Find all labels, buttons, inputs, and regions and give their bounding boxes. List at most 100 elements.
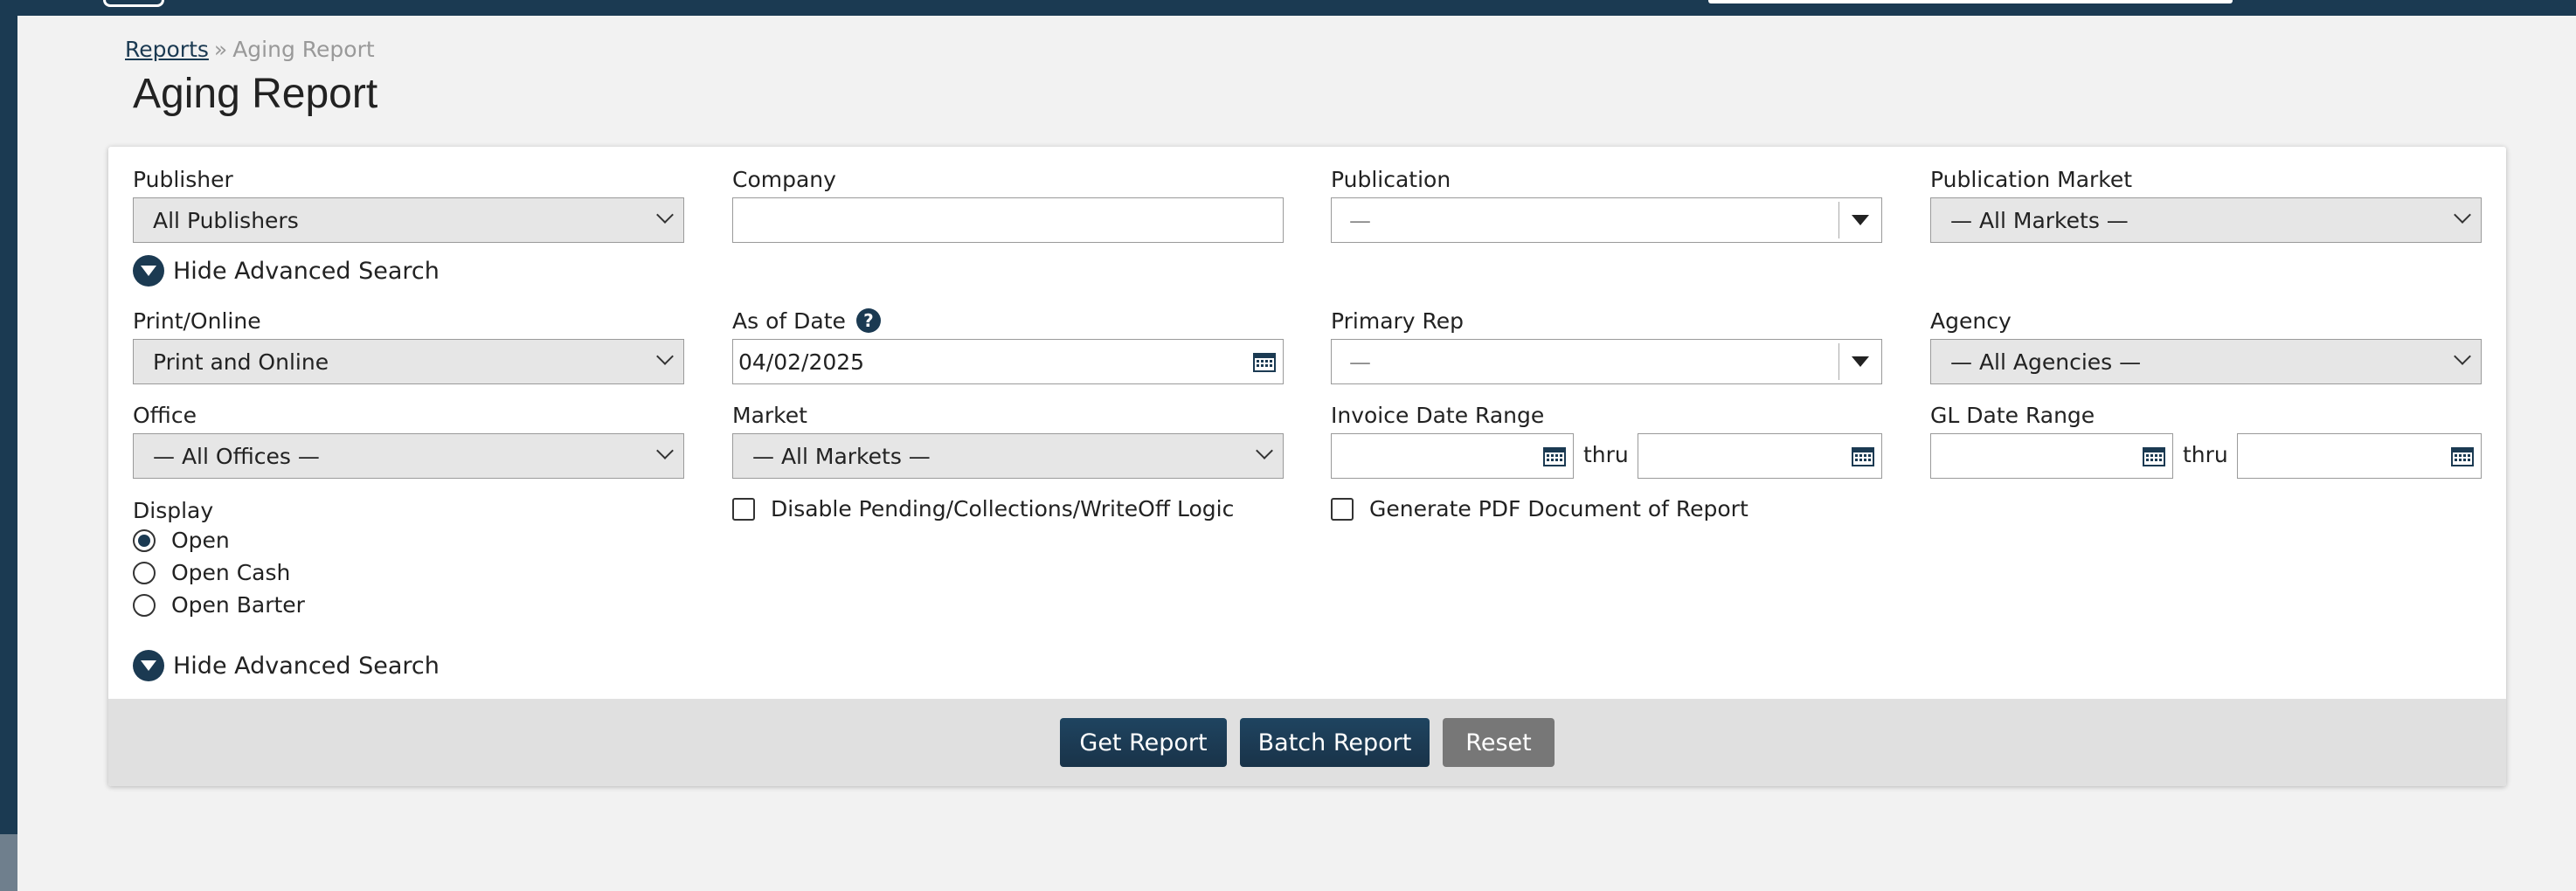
publisher-select-value: All Publishers: [153, 207, 299, 233]
publication-market-label: Publication Market: [1930, 166, 2133, 192]
invoice-date-from-input[interactable]: [1331, 433, 1574, 479]
generate-pdf-checkbox-row[interactable]: Generate PDF Document of Report: [1331, 496, 1748, 521]
primary-rep-value: —: [1349, 349, 1371, 375]
publisher-label: Publisher: [133, 166, 233, 192]
print-online-field: Print/Online: [133, 307, 261, 334]
invoice-date-range-label: Invoice Date Range: [1331, 402, 1545, 428]
get-report-button[interactable]: Get Report: [1060, 718, 1227, 767]
disable-logic-checkbox-row[interactable]: Disable Pending/Collections/WriteOff Log…: [732, 496, 1234, 521]
caret-down-icon[interactable]: [1852, 356, 1869, 367]
gl-date-range-label: GL Date Range: [1930, 402, 2095, 428]
primary-rep-label: Primary Rep: [1331, 307, 1465, 334]
gl-date-to-input[interactable]: [2237, 433, 2482, 479]
help-icon[interactable]: ?: [855, 308, 881, 333]
gl-thru-label: thru: [2183, 442, 2228, 467]
display-option-open-cash[interactable]: Open Cash: [133, 560, 290, 585]
company-input[interactable]: [732, 197, 1284, 243]
sidebar-toggle-button[interactable]: [0, 834, 17, 891]
app-logo[interactable]: [103, 0, 164, 7]
radio-label: Open: [171, 528, 230, 553]
left-sidebar: [0, 0, 17, 891]
print-online-value: Print and Online: [153, 349, 329, 375]
gl-date-range-field: GL Date Range: [1930, 402, 2095, 428]
chevron-down-icon: [656, 442, 674, 459]
print-online-select[interactable]: Print and Online: [133, 339, 684, 384]
market-label: Market: [732, 402, 807, 428]
as-of-date-field: As of Date ?: [732, 307, 881, 334]
breadcrumb: Reports» Aging Report: [125, 37, 375, 62]
office-select[interactable]: — All Offices —: [133, 433, 684, 479]
top-navigation-bar: [0, 0, 2576, 16]
publication-market-select[interactable]: — All Markets —: [1930, 197, 2482, 243]
display-field: Display: [133, 497, 213, 523]
checkbox-label: Generate PDF Document of Report: [1369, 496, 1748, 521]
publication-market-field: Publication Market: [1930, 166, 2132, 192]
global-search-input[interactable]: [1708, 0, 2233, 3]
agency-value: — All Agencies —: [1950, 349, 2142, 375]
radio-button[interactable]: [133, 561, 156, 584]
radio-button[interactable]: [133, 528, 156, 552]
publisher-select[interactable]: All Publishers: [133, 197, 684, 243]
checkbox[interactable]: [732, 497, 755, 521]
chevron-down-icon: [2454, 206, 2471, 224]
display-option-open-barter[interactable]: Open Barter: [133, 592, 305, 618]
hide-advanced-search-toggle-bottom[interactable]: Hide Advanced Search: [133, 650, 440, 681]
publication-label: Publication: [1331, 166, 1451, 192]
display-option-open[interactable]: Open: [133, 528, 230, 553]
collapse-circle-icon: [133, 650, 164, 681]
agency-label: Agency: [1930, 307, 2012, 334]
market-select[interactable]: — All Markets —: [732, 433, 1284, 479]
collapse-circle-icon: [133, 255, 164, 287]
display-label: Display: [133, 497, 214, 523]
as-of-date-input[interactable]: 04/02/2025: [732, 339, 1284, 384]
office-field: Office: [133, 402, 197, 428]
toggle-label: Hide Advanced Search: [173, 652, 440, 680]
publication-market-value: — All Markets —: [1950, 207, 2129, 233]
invoice-thru-label: thru: [1583, 442, 1629, 467]
publication-field: Publication: [1331, 166, 1451, 192]
company-field: Company: [732, 166, 836, 192]
radio-label: Open Cash: [171, 560, 291, 585]
office-value: — All Offices —: [153, 443, 320, 469]
hide-advanced-search-toggle-top[interactable]: Hide Advanced Search: [133, 255, 440, 287]
primary-rep-field: Primary Rep: [1331, 307, 1464, 334]
caret-down-icon[interactable]: [1852, 215, 1869, 225]
company-label: Company: [732, 166, 836, 192]
as-of-date-label-row: As of Date ?: [732, 307, 881, 334]
gl-date-from-input[interactable]: [1930, 433, 2173, 479]
print-online-label: Print/Online: [133, 307, 261, 334]
calendar-icon[interactable]: [1852, 446, 1874, 466]
publication-value: —: [1349, 207, 1371, 233]
toggle-label: Hide Advanced Search: [173, 257, 440, 285]
agency-field: Agency: [1930, 307, 2012, 334]
breadcrumb-current: Aging Report: [232, 37, 375, 62]
calendar-icon[interactable]: [2143, 446, 2165, 466]
primary-rep-combobox[interactable]: —: [1331, 339, 1882, 384]
breadcrumb-reports-link[interactable]: Reports: [125, 37, 209, 62]
market-field: Market: [732, 402, 807, 428]
publisher-field: Publisher: [133, 166, 233, 192]
calendar-icon[interactable]: [1543, 446, 1566, 466]
market-value: — All Markets —: [752, 443, 931, 469]
as-of-date-label: As of Date: [732, 307, 846, 334]
breadcrumb-separator: »: [213, 37, 228, 62]
report-filter-panel: Publisher All Publishers Company Publica…: [108, 147, 2506, 786]
batch-report-button[interactable]: Batch Report: [1240, 718, 1430, 767]
calendar-icon[interactable]: [1253, 351, 1276, 372]
office-label: Office: [133, 402, 197, 428]
checkbox-label: Disable Pending/Collections/WriteOff Log…: [771, 496, 1235, 521]
invoice-date-range-field: Invoice Date Range: [1331, 402, 1544, 428]
invoice-date-to-input[interactable]: [1638, 433, 1882, 479]
agency-select[interactable]: — All Agencies —: [1930, 339, 2482, 384]
reset-button[interactable]: Reset: [1443, 718, 1555, 767]
chevron-down-icon: [656, 348, 674, 365]
calendar-icon[interactable]: [2451, 446, 2474, 466]
chevron-down-icon: [2454, 348, 2471, 365]
radio-button[interactable]: [133, 593, 156, 617]
publication-combobox[interactable]: —: [1331, 197, 1882, 243]
chevron-down-icon: [656, 206, 674, 224]
as-of-date-value: 04/02/2025: [738, 349, 865, 375]
radio-label: Open Barter: [171, 592, 305, 618]
checkbox[interactable]: [1331, 497, 1354, 521]
chevron-down-icon: [1256, 442, 1273, 459]
